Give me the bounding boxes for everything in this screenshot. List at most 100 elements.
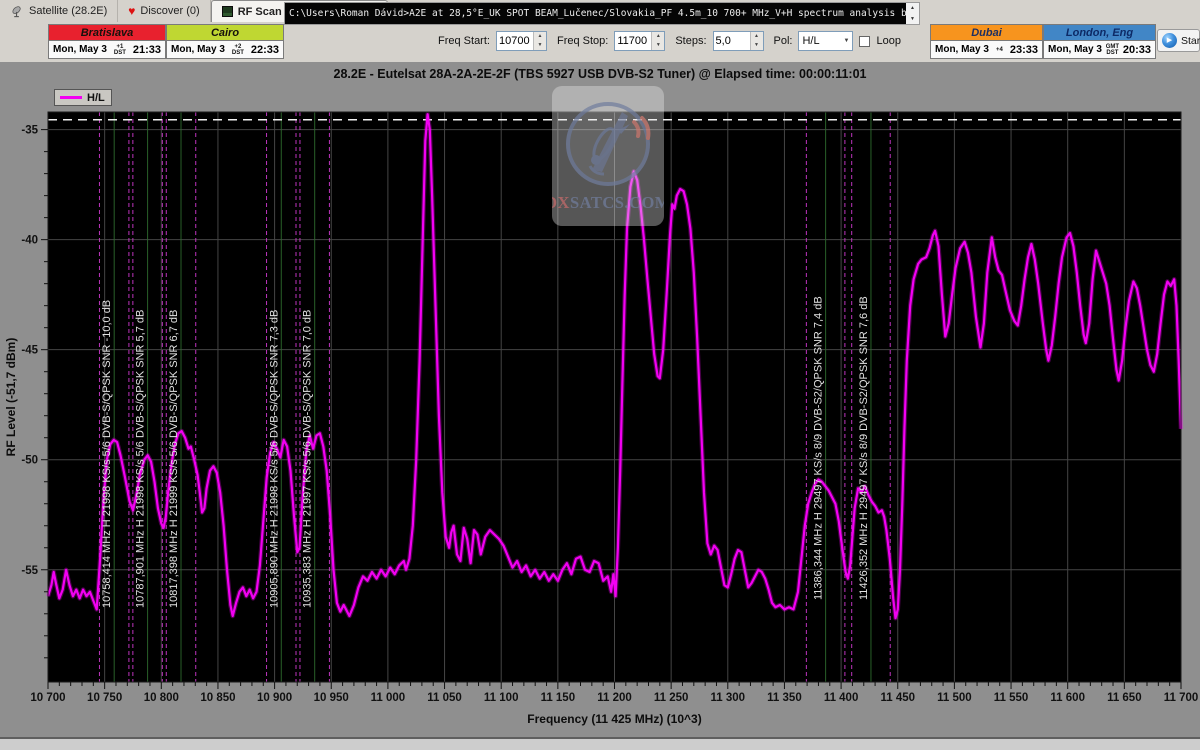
- spectrum-chart: 10 70010 75010 80010 85010 90010 95011 0…: [0, 62, 1200, 737]
- clock-date: Mon, May 3: [53, 44, 107, 55]
- clock-city-header: Dubai: [931, 25, 1042, 41]
- chevron-down-icon: ▼: [844, 38, 850, 44]
- pol-label: Pol:: [774, 35, 793, 47]
- x-tick-label: 10 850: [200, 692, 235, 704]
- steps-value[interactable]: [714, 32, 750, 50]
- clock-city: Cairo: [211, 27, 239, 39]
- x-tick-label: 11 100: [484, 692, 519, 704]
- clock-timezone: +4: [996, 47, 1003, 53]
- y-tick-label: -40: [21, 235, 38, 247]
- x-tick-label: 10 900: [257, 692, 292, 704]
- x-tick-label: 11 550: [994, 692, 1029, 704]
- freq-stop-input[interactable]: ▲▼: [614, 31, 665, 51]
- spinner-buttons[interactable]: ▲▼: [651, 32, 664, 50]
- scan-controls: Freq Start: ▲▼ Freq Stop: ▲▼ Steps: ▲▼ P…: [434, 30, 901, 52]
- clock-city-header: London, Eng: [1044, 25, 1155, 41]
- scroll-up-icon[interactable]: ▲: [910, 5, 915, 11]
- console-scrollbar[interactable]: ▲ ▼: [906, 3, 919, 24]
- clock-city-header: Bratislava: [49, 25, 165, 41]
- clock-cairo: Cairo Mon, May 3 +2DST 22:33: [166, 24, 284, 59]
- legend-label: H/L: [87, 92, 105, 104]
- clock-time: 20:33: [1123, 44, 1151, 56]
- spinner-buttons[interactable]: ▲▼: [533, 32, 546, 50]
- clock-city-header: Cairo: [167, 25, 283, 41]
- x-tick-label: 11 700: [1164, 692, 1199, 704]
- transponder-annotation: 10817,398 MHz H 21999 KS/s 5/6 DVB-S/QPS…: [168, 310, 180, 608]
- top-bar: Satellite (28.2E) ♥ Discover (0) RF Scan…: [0, 0, 1200, 62]
- clock-date: Mon, May 3: [1048, 44, 1102, 55]
- clock-time: 23:33: [1010, 44, 1038, 56]
- y-tick-label: -55: [21, 565, 38, 577]
- rf-scan-icon: [222, 6, 233, 17]
- loop-label: Loop: [876, 35, 900, 47]
- scroll-down-icon[interactable]: ▼: [910, 16, 915, 22]
- spin-up-icon: ▲: [652, 32, 664, 41]
- clock-timezone: +2DST: [232, 44, 244, 56]
- x-tick-label: 11 250: [654, 692, 689, 704]
- freq-start-input[interactable]: ▲▼: [496, 31, 547, 51]
- clock-timezone: +1DST: [114, 44, 126, 56]
- heart-icon: ♥: [128, 5, 135, 17]
- clock-date: Mon, May 3: [171, 44, 225, 55]
- start-button[interactable]: ▶ Start: [1157, 29, 1200, 52]
- clock-bratislava: Bratislava Mon, May 3 +1DST 21:33: [48, 24, 166, 59]
- x-tick-label: 11 650: [1107, 692, 1142, 704]
- x-tick-label: 10 750: [87, 692, 122, 704]
- console-output[interactable]: C:\Users\Roman Dávid>A2E at 28,5°E_UK SP…: [285, 3, 906, 24]
- steps-input[interactable]: ▲▼: [713, 31, 764, 51]
- clock-date: Mon, May 3: [935, 44, 989, 55]
- spin-up-icon: ▲: [534, 32, 546, 41]
- app-window: Satellite (28.2E) ♥ Discover (0) RF Scan…: [0, 0, 1200, 750]
- freq-stop-value[interactable]: [615, 32, 651, 50]
- transponder-annotation: 10787,901 MHz H 21998 KS/s 5/6 DVB-S/QPS…: [135, 310, 147, 608]
- tab-label: Discover (0): [140, 5, 199, 17]
- x-tick-label: 11 350: [767, 692, 802, 704]
- spin-down-icon: ▼: [652, 41, 664, 50]
- play-icon: ▶: [1162, 33, 1177, 48]
- window-bottom-edge: [0, 737, 1200, 750]
- transponder-annotation: 10905,890 MHz H 21998 KS/s 5/6 DVB-S/QPS…: [268, 310, 280, 608]
- spin-down-icon: ▼: [534, 41, 546, 50]
- transponder-annotation: 11386,344 MHz H 29497 KS/s 8/9 DVB-S2/QP…: [813, 296, 825, 600]
- clock-london: London, Eng Mon, May 3 GMTDST 20:33: [1043, 24, 1156, 59]
- tab-satellite[interactable]: Satellite (28.2E): [0, 0, 118, 22]
- transponder-annotation: 10758,414 MHz H 21998 KS/s 5/6 DVB-S/QPS…: [101, 300, 113, 608]
- console-text: C:\Users\Roman Dávid>A2E at 28,5°E_UK SP…: [289, 8, 906, 19]
- pol-selected-value: H/L: [802, 35, 819, 47]
- freq-stop-label: Freq Stop:: [557, 35, 608, 47]
- y-tick-label: -35: [21, 125, 38, 137]
- tab-discover[interactable]: ♥ Discover (0): [118, 0, 210, 22]
- x-tick-label: 11 400: [824, 692, 859, 704]
- x-tick-label: 11 150: [541, 692, 576, 704]
- steps-label: Steps:: [675, 35, 706, 47]
- y-tick-label: -50: [21, 455, 38, 467]
- x-tick-label: 11 600: [1050, 692, 1085, 704]
- console-panel: C:\Users\Roman Dávid>A2E at 28,5°E_UK SP…: [284, 2, 920, 25]
- spinner-buttons[interactable]: ▲▼: [750, 32, 763, 50]
- clock-time: 21:33: [133, 44, 161, 56]
- clock-timezone: GMTDST: [1106, 44, 1119, 56]
- transponder-annotation: 10935,383 MHz H 21997 KS/s 5/6 DVB-S/QPS…: [302, 310, 314, 608]
- clock-city: Bratislava: [81, 27, 134, 39]
- x-tick-label: 11 500: [937, 692, 972, 704]
- spectrum-plot: 10 70010 75010 80010 85010 90010 95011 0…: [0, 62, 1200, 737]
- chart-title: 28.2E - Eutelsat 28A-2A-2E-2F (TBS 5927 …: [0, 67, 1200, 81]
- legend-line-sample: [60, 96, 82, 99]
- x-tick-label: 10 800: [144, 692, 179, 704]
- transponder-annotation: 11426,352 MHz H 29497 KS/s 8/9 DVB-S2/QP…: [858, 296, 870, 600]
- clock-time: 22:33: [251, 44, 279, 56]
- clock-city: London, Eng: [1066, 27, 1133, 39]
- freq-start-value[interactable]: [497, 32, 533, 50]
- freq-start-label: Freq Start:: [438, 35, 490, 47]
- clock-dubai: Dubai Mon, May 3 +4 23:33: [930, 24, 1043, 59]
- x-tick-label: 11 200: [597, 692, 632, 704]
- x-tick-label: 11 450: [880, 692, 915, 704]
- x-axis-label: Frequency (11 425 MHz) (10^3): [527, 712, 701, 726]
- loop-checkbox[interactable]: [859, 36, 870, 47]
- x-tick-label: 11 000: [371, 692, 406, 704]
- spin-up-icon: ▲: [751, 32, 763, 41]
- x-tick-label: 10 950: [314, 692, 349, 704]
- x-tick-label: 11 050: [427, 692, 462, 704]
- chart-legend: H/L: [54, 89, 112, 106]
- pol-select[interactable]: H/L ▼: [798, 31, 853, 51]
